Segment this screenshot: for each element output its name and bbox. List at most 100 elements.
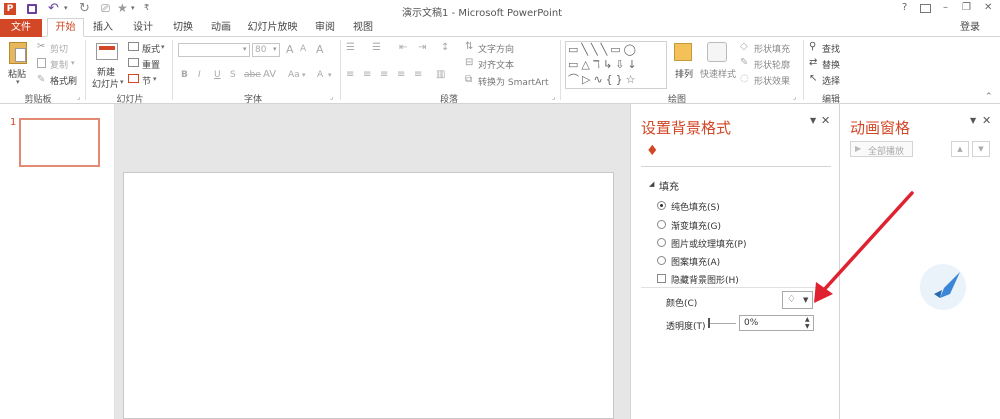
- underline-button[interactable]: U: [214, 70, 221, 80]
- anim-pane-options-dropdown-icon[interactable]: ▼: [970, 116, 976, 125]
- drawing-launcher-icon[interactable]: ⌟: [793, 93, 796, 101]
- solid-fill-radio[interactable]: [657, 201, 666, 210]
- slide-canvas[interactable]: [123, 172, 614, 419]
- tab-design[interactable]: 设计: [128, 19, 158, 37]
- tab-transitions[interactable]: 切换: [168, 19, 198, 37]
- reset-button[interactable]: 重置: [142, 58, 160, 71]
- arrange-button[interactable]: 排列: [675, 67, 693, 80]
- format-painter-button[interactable]: 格式刷: [50, 74, 77, 87]
- anim-pane-close-icon[interactable]: ✕: [982, 114, 991, 127]
- play-all-button[interactable]: ▶ 全部播放: [850, 141, 913, 157]
- font-color-dropdown-icon[interactable]: ▾: [328, 71, 332, 79]
- change-case-dropdown-icon[interactable]: ▾: [302, 71, 306, 79]
- copy-dropdown-icon[interactable]: ▾: [71, 59, 75, 67]
- section-dropdown-icon[interactable]: ▾: [153, 75, 157, 83]
- text-direction-button[interactable]: 文字方向: [478, 42, 514, 55]
- fill-section-caret-icon[interactable]: ◢: [649, 180, 654, 188]
- move-up-button[interactable]: ▲: [951, 141, 969, 157]
- tab-insert[interactable]: 插入: [88, 19, 118, 37]
- shape-outline-button[interactable]: 形状轮廓: [754, 58, 790, 71]
- copy-button[interactable]: 复制: [50, 58, 68, 71]
- redo-icon[interactable]: ↻: [79, 1, 90, 16]
- star-icon[interactable]: ★: [117, 1, 128, 15]
- paste-dropdown-icon[interactable]: ▾: [16, 78, 20, 86]
- pane-options-dropdown-icon[interactable]: ▼: [810, 116, 816, 125]
- transparency-input[interactable]: 0% ▲ ▼: [739, 315, 814, 331]
- justify-icon[interactable]: ≡: [397, 69, 405, 80]
- change-case-button[interactable]: Aa: [288, 70, 300, 80]
- line-spacing-icon[interactable]: ↕: [441, 42, 449, 53]
- smartart-button[interactable]: 转换为 SmartArt: [478, 75, 548, 88]
- align-center-icon[interactable]: ≡: [363, 69, 371, 80]
- shadow-button[interactable]: S: [230, 70, 236, 80]
- undo-icon[interactable]: ↶: [48, 1, 59, 16]
- login-link[interactable]: 登录: [955, 19, 985, 37]
- decrease-indent-icon[interactable]: ⇤: [399, 42, 407, 53]
- align-right-icon[interactable]: ≡: [380, 69, 388, 80]
- align-left-icon[interactable]: ≡: [346, 69, 354, 80]
- quick-style-button[interactable]: 快速样式: [700, 67, 736, 80]
- ribbon-display-button[interactable]: [920, 4, 931, 13]
- collapse-ribbon-icon[interactable]: ⌃: [985, 92, 993, 102]
- hide-background-checkbox[interactable]: [657, 274, 666, 283]
- start-from-beginning-icon[interactable]: ⎚: [101, 2, 110, 16]
- gradient-fill-radio[interactable]: [657, 220, 666, 229]
- tab-file[interactable]: 文件: [0, 19, 42, 37]
- spin-up-icon[interactable]: ▲: [805, 316, 810, 323]
- bullets-icon[interactable]: ☰: [346, 42, 355, 53]
- undo-dropdown-icon[interactable]: ▾: [64, 4, 68, 12]
- slide-thumbnail[interactable]: [19, 118, 100, 167]
- move-down-button[interactable]: ▼: [972, 141, 990, 157]
- tab-slideshow[interactable]: 幻灯片放映: [245, 19, 300, 37]
- paragraph-launcher-icon[interactable]: ⌟: [552, 93, 555, 101]
- restore-button[interactable]: ❐: [962, 2, 971, 13]
- numbering-icon[interactable]: ☰: [372, 42, 381, 53]
- customize-toolbar-icon[interactable]: ₹: [144, 3, 149, 12]
- clipboard-launcher-icon[interactable]: ⌟: [77, 93, 80, 101]
- help-button[interactable]: ?: [902, 2, 907, 13]
- font-name-combobox[interactable]: [178, 43, 250, 57]
- slider-thumb[interactable]: [708, 318, 710, 328]
- shape-fill-button[interactable]: 形状填充: [754, 42, 790, 55]
- font-launcher-icon[interactable]: ⌟: [330, 93, 333, 101]
- font-size-dropdown-icon[interactable]: ▾: [273, 45, 277, 53]
- clear-format-icon[interactable]: A: [316, 43, 324, 56]
- fill-section-header[interactable]: 填充: [659, 178, 679, 193]
- pattern-fill-radio[interactable]: [657, 256, 666, 265]
- font-name-dropdown-icon[interactable]: ▾: [243, 45, 247, 53]
- tab-animations[interactable]: 动画: [206, 19, 236, 37]
- find-button[interactable]: 查找: [822, 42, 840, 55]
- pane-close-icon[interactable]: ✕: [821, 114, 830, 127]
- picture-fill-radio[interactable]: [657, 238, 666, 247]
- transparency-slider[interactable]: [708, 318, 738, 328]
- increase-indent-icon[interactable]: ⇥: [418, 42, 426, 53]
- character-spacing-icon[interactable]: AV: [263, 69, 276, 80]
- tab-review[interactable]: 审阅: [310, 19, 340, 37]
- distribute-icon[interactable]: ≡: [414, 69, 422, 80]
- italic-button[interactable]: I: [198, 70, 201, 80]
- close-button[interactable]: ✕: [984, 2, 992, 13]
- columns-icon[interactable]: ▥: [436, 69, 445, 80]
- new-slide-dropdown-icon[interactable]: ▾: [120, 78, 124, 86]
- minimize-button[interactable]: –: [943, 2, 948, 13]
- tab-view[interactable]: 视图: [348, 19, 378, 37]
- select-button[interactable]: 选择: [822, 74, 840, 87]
- layout-button[interactable]: 版式: [142, 42, 160, 55]
- bold-button[interactable]: B: [181, 70, 188, 80]
- layout-dropdown-icon[interactable]: ▾: [161, 43, 165, 51]
- strikethrough-button[interactable]: abe: [244, 70, 261, 80]
- cut-button[interactable]: 剪切: [50, 42, 68, 55]
- spin-down-icon[interactable]: ▼: [805, 323, 810, 330]
- align-text-button[interactable]: 对齐文本: [478, 58, 514, 71]
- shrink-font-button[interactable]: A: [300, 44, 306, 54]
- shapes-gallery[interactable]: ▭╲╲╲▭◯ ▭△ℸ↳⇩↓ ⌒▷∿{}☆: [565, 41, 667, 89]
- grow-font-button[interactable]: A: [286, 43, 294, 56]
- star-dropdown-icon[interactable]: ▾: [131, 4, 135, 12]
- fill-bucket-icon[interactable]: ♦: [646, 143, 659, 159]
- save-icon[interactable]: [27, 4, 37, 14]
- tab-home[interactable]: 开始: [47, 18, 84, 37]
- font-color-button[interactable]: A: [317, 70, 323, 80]
- replace-button[interactable]: 替换: [822, 58, 840, 71]
- shape-effect-button[interactable]: 形状效果: [754, 74, 790, 87]
- section-button[interactable]: 节: [142, 74, 151, 87]
